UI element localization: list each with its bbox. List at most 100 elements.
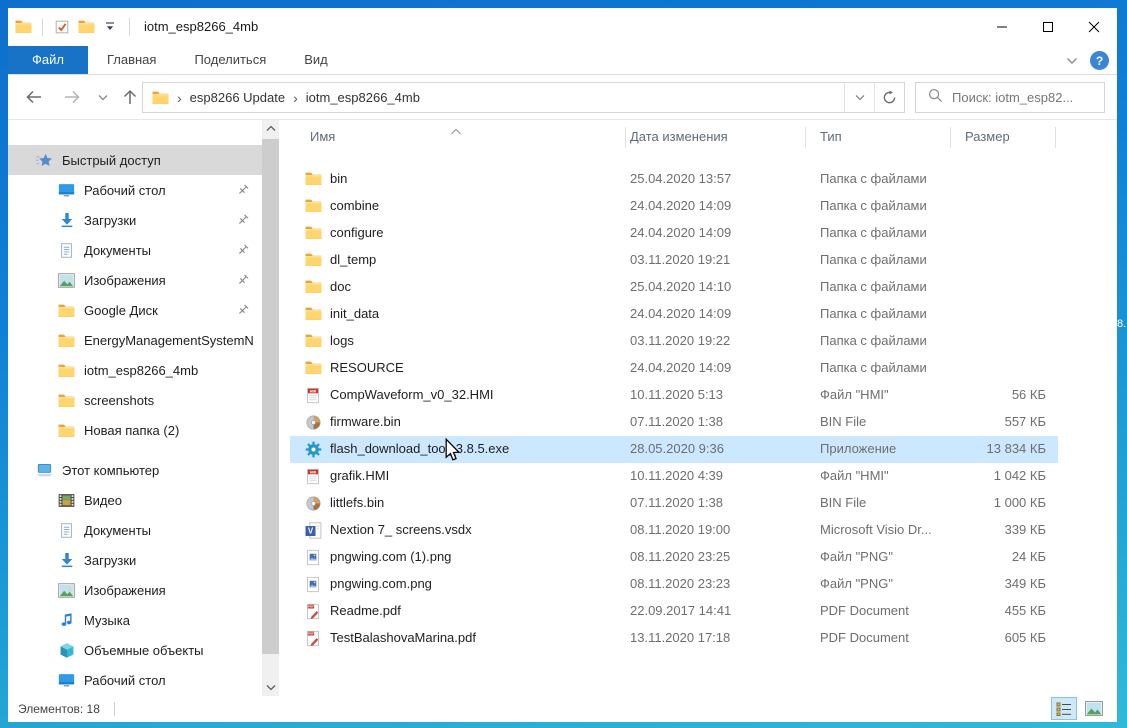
file-row[interactable]: doc25.04.2020 14:10Папка с файлами <box>290 274 1058 301</box>
back-button[interactable] <box>20 83 48 111</box>
breadcrumb-segment[interactable]: esp8266 Update <box>190 90 285 105</box>
sidebar-item-label: Документы <box>84 523 151 538</box>
file-row[interactable]: pngwing.com.png08.11.2020 23:23Файл "PNG… <box>290 571 1058 598</box>
file-size: 339 КБ <box>950 522 1046 537</box>
forward-button[interactable] <box>58 83 86 111</box>
file-row[interactable]: VNextion 7_ screens.vsdx08.11.2020 19:00… <box>290 517 1058 544</box>
tab-home[interactable]: Главная <box>88 46 175 74</box>
tab-view[interactable]: Вид <box>285 46 347 74</box>
address-dropdown-chevron-icon[interactable] <box>844 83 874 112</box>
sidebar-item[interactable]: Загрузки <box>8 205 262 235</box>
sidebar-item[interactable]: iotm_esp8266_4mb <box>8 355 262 385</box>
customize-toolbar-chevron-icon[interactable] <box>101 18 119 36</box>
separator <box>42 18 43 36</box>
file-type: Папка с файлами <box>820 171 958 186</box>
file-row[interactable]: configure24.04.2020 14:09Папка с файлами <box>290 220 1058 247</box>
file-date: 25.04.2020 14:10 <box>630 279 808 294</box>
sidebar-section-label: Быстрый доступ <box>62 153 161 168</box>
file-date: 13.11.2020 17:18 <box>630 630 808 645</box>
file-row[interactable]: firmware.bin07.11.2020 1:38BIN File557 К… <box>290 409 1058 436</box>
column-headers: Имя Дата изменения Тип Размер <box>290 120 1117 154</box>
file-row[interactable]: logs03.11.2020 19:22Папка с файлами <box>290 328 1058 355</box>
sidebar-item[interactable]: Документы <box>8 235 262 265</box>
sidebar-item[interactable]: Документы <box>8 515 262 545</box>
tab-file[interactable]: Файл <box>8 46 88 74</box>
file-type: Папка с файлами <box>820 198 958 213</box>
column-separator[interactable] <box>950 127 951 148</box>
tab-share[interactable]: Поделиться <box>175 46 285 74</box>
svg-text:V: V <box>308 527 314 536</box>
sidebar-item[interactable]: Новая папка (2) <box>8 415 262 445</box>
downloads-icon <box>58 552 75 569</box>
column-header-size[interactable]: Размер <box>965 129 1010 144</box>
minimize-button[interactable] <box>979 8 1025 45</box>
file-row[interactable]: flash_download_tool_3.8.5.exe28.05.2020 … <box>290 436 1058 463</box>
file-size: 605 КБ <box>950 630 1046 645</box>
bin-file-icon <box>305 414 322 431</box>
folder-icon <box>305 306 322 323</box>
sidebar-section-quick-access[interactable]: Быстрый доступ <box>8 145 262 175</box>
breadcrumb-segment[interactable]: iotm_esp8266_4mb <box>306 90 420 105</box>
file-row[interactable]: PDFReadme.pdf22.09.2017 14:41PDF Documen… <box>290 598 1058 625</box>
file-row[interactable]: RESOURCE24.04.2020 14:09Папка с файлами <box>290 355 1058 382</box>
file-row[interactable]: HMICompWaveform_v0_32.HMI10.11.2020 5:13… <box>290 382 1058 409</box>
separator <box>114 702 115 716</box>
details-view-button[interactable] <box>1051 697 1077 720</box>
file-type: Папка с файлами <box>820 333 958 348</box>
file-row[interactable]: dl_temp03.11.2020 19:21Папка с файлами <box>290 247 1058 274</box>
close-button[interactable] <box>1071 8 1117 45</box>
column-separator[interactable] <box>1055 127 1056 148</box>
exe-app-icon <box>305 441 322 458</box>
file-name: Readme.pdf <box>330 603 622 618</box>
recent-locations-chevron-icon[interactable] <box>92 83 114 111</box>
pin-icon <box>236 273 250 287</box>
scrollbar-thumb[interactable] <box>262 139 279 654</box>
pictures-icon <box>58 272 75 289</box>
sidebar-item[interactable]: Рабочий стол <box>8 175 262 205</box>
sidebar-item[interactable]: Загрузки <box>8 545 262 575</box>
file-type: Microsoft Visio Dr... <box>820 522 958 537</box>
sidebar-section-this-pc[interactable]: Этот компьютер <box>8 455 262 485</box>
desktop-icon <box>58 182 75 199</box>
column-header-name[interactable]: Имя <box>310 129 335 144</box>
checkmark-properties-icon[interactable] <box>53 18 71 36</box>
sidebar-item[interactable]: Объемные объекты <box>8 635 262 665</box>
sidebar-item[interactable]: screenshots <box>8 385 262 415</box>
column-separator[interactable] <box>805 127 806 148</box>
new-folder-icon[interactable] <box>77 18 95 36</box>
file-date: 07.11.2020 1:38 <box>630 414 808 429</box>
file-row[interactable]: bin25.04.2020 13:57Папка с файлами <box>290 166 1058 193</box>
up-button[interactable] <box>116 83 144 111</box>
file-date: 08.11.2020 19:00 <box>630 522 808 537</box>
refresh-button[interactable] <box>874 83 904 112</box>
file-row[interactable]: pngwing.com (1).png08.11.2020 23:25Файл … <box>290 544 1058 571</box>
pin-icon <box>236 213 250 227</box>
thumbnails-view-button[interactable] <box>1081 697 1107 720</box>
file-row[interactable]: PDFTestBalashovaMarina.pdf13.11.2020 17:… <box>290 625 1058 652</box>
sidebar-item[interactable]: Рабочий стол <box>8 665 262 695</box>
scroll-up-icon[interactable] <box>262 120 279 137</box>
collapse-ribbon-chevron-icon[interactable] <box>1066 52 1078 70</box>
sidebar-item[interactable]: Изображения <box>8 575 262 605</box>
address-bar[interactable]: › esp8266 Update › iotm_esp8266_4mb <box>142 82 905 113</box>
scroll-down-icon[interactable] <box>262 679 279 696</box>
column-header-type[interactable]: Тип <box>820 129 842 144</box>
file-date: 24.04.2020 14:09 <box>630 198 808 213</box>
column-header-date[interactable]: Дата изменения <box>630 129 728 144</box>
sidebar-item[interactable]: Видео <box>8 485 262 515</box>
file-row[interactable]: combine24.04.2020 14:09Папка с файлами <box>290 193 1058 220</box>
file-row[interactable]: littlefs.bin07.11.2020 1:38BIN File1 000… <box>290 490 1058 517</box>
column-separator[interactable] <box>625 127 626 148</box>
file-size: 349 КБ <box>950 576 1046 591</box>
sidebar-item[interactable]: Google Диск <box>8 295 262 325</box>
maximize-button[interactable] <box>1025 8 1071 45</box>
file-row[interactable]: init_data24.04.2020 14:09Папка с файлами <box>290 301 1058 328</box>
sidebar-scrollbar[interactable] <box>262 120 279 696</box>
file-row[interactable]: HMIgrafik.HMI10.11.2020 4:39Файл "HMI"1 … <box>290 463 1058 490</box>
sidebar-item[interactable]: Музыка <box>8 605 262 635</box>
file-size: 1 042 КБ <box>950 468 1046 483</box>
search-input[interactable]: Поиск: iotm_esp82... <box>915 82 1105 113</box>
sidebar-item[interactable]: EnergyManagementSystemN <box>8 325 262 355</box>
sidebar-item[interactable]: Изображения <box>8 265 262 295</box>
help-button[interactable]: ? <box>1090 51 1109 70</box>
